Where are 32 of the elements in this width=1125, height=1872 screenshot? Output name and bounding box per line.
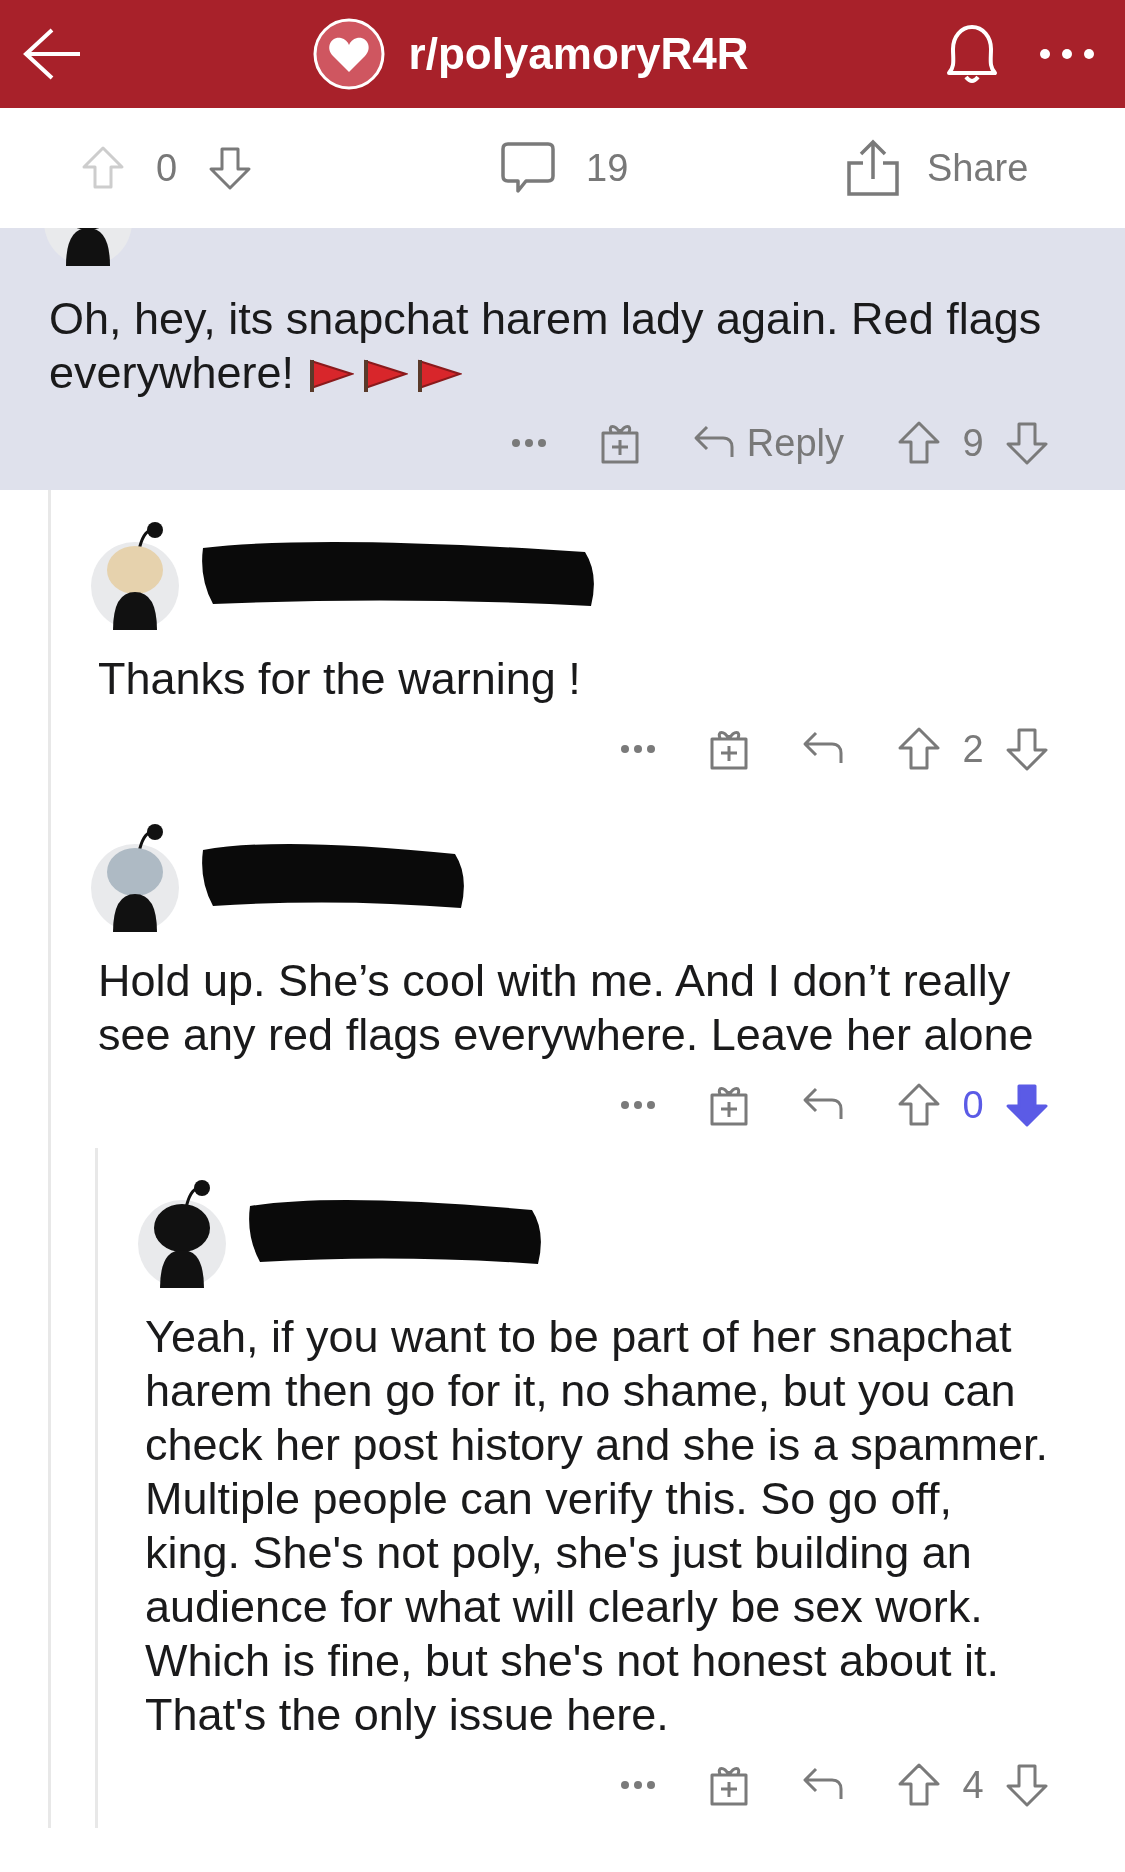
comment-bubble-icon[interactable] <box>500 141 556 195</box>
share-button[interactable]: Share <box>845 139 1029 197</box>
vote-count: 2 <box>961 727 985 771</box>
more-options-icon[interactable] <box>510 438 547 448</box>
comment-count: 19 <box>586 146 629 190</box>
upvote-icon[interactable] <box>896 726 942 772</box>
vote-count: 0 <box>961 1083 985 1127</box>
comment-text: Oh, hey, its snapchat harem lady again. Red flags everywhere! <box>49 292 1043 400</box>
share-icon <box>845 139 901 197</box>
reply-button[interactable]: Reply <box>692 421 844 465</box>
flag-icon <box>416 358 463 395</box>
downvote-icon[interactable] <box>1004 1082 1050 1128</box>
downvote-icon[interactable] <box>1004 726 1050 772</box>
more-options-icon[interactable] <box>620 1100 656 1110</box>
back-button[interactable] <box>22 26 82 82</box>
flag-icon <box>362 358 409 395</box>
more-options-icon[interactable] <box>620 1780 656 1790</box>
comment-text: Hold up. She’s cool with me. And I don’t really see any red flags everywhere. Leave her alone <box>98 954 1035 1062</box>
downvote-icon[interactable] <box>1004 420 1050 466</box>
more-options-icon[interactable] <box>620 744 656 754</box>
downvote-icon[interactable] <box>1004 1762 1050 1808</box>
flag-icon <box>308 358 355 395</box>
upvote-icon[interactable] <box>896 420 942 466</box>
upvote-icon[interactable] <box>896 1762 942 1808</box>
more-options-icon[interactable] <box>1039 48 1095 60</box>
subreddit-title: r/polyamoryR4R <box>408 29 749 79</box>
vote-count: 4 <box>961 1763 985 1807</box>
comment-text: Yeah, if you want to be part of her snapchat harem then go for it, no shame, but you can check her post history and she is a spammer. Multiple people can verify this. So go off, king. She's not poly, she's just building an audience for what will clearly be sex work. Which is fine, but she's not honest about it. That's the only issue here. <box>145 1310 1049 1742</box>
post-score: 0 <box>156 146 178 190</box>
comment-text: Thanks for the warning ! <box>98 652 582 706</box>
vote-count: 9 <box>961 421 985 465</box>
upvote-icon[interactable] <box>896 1082 942 1128</box>
